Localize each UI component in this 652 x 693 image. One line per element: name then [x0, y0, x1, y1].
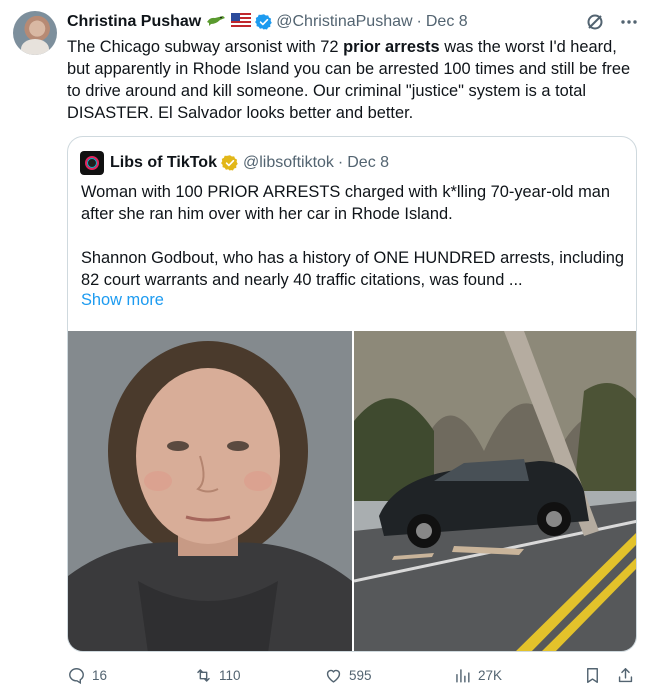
quoted-tweet-date: Dec 8 — [347, 154, 390, 171]
quoted-tweet-card[interactable]: Libs of TikTok @libsoftiktok · Dec 8 Wom… — [67, 136, 637, 652]
separator-dot: · — [416, 13, 422, 30]
tweet-header: Christina Pushaw @ChristinaPushaw · Dec … — [67, 11, 468, 33]
us-flag-emoji-icon — [231, 12, 252, 32]
author-name[interactable]: Christina Pushaw — [67, 13, 201, 31]
more-options-icon[interactable] — [618, 11, 640, 33]
top-right-actions — [584, 11, 640, 33]
repost-count: 110 — [219, 667, 241, 683]
author-avatar[interactable] — [13, 11, 57, 55]
analytics-icon — [456, 668, 470, 683]
quoted-paragraph-1: Woman with 100 PRIOR ARRESTS charged wit… — [81, 183, 610, 223]
alligator-emoji-icon — [206, 13, 226, 32]
reply-icon — [69, 667, 84, 684]
author-handle[interactable]: @ChristinaPushaw — [276, 13, 412, 31]
tweet-action-bar: 16 110 595 27K — [67, 664, 642, 686]
show-more-link[interactable]: Show more — [81, 291, 164, 310]
tweet-text-part1: The Chicago subway arsonist with 72 — [67, 38, 344, 56]
view-count: 27K — [478, 667, 503, 683]
quoted-author-name: Libs of TikTok — [110, 154, 217, 171]
tweet-text-bold: prior arrests — [343, 38, 440, 56]
share-button[interactable] — [616, 664, 635, 686]
quoted-media-grid — [68, 331, 636, 651]
grok-icon[interactable] — [584, 11, 606, 33]
views-button[interactable]: 27K — [453, 664, 502, 686]
reply-count: 16 — [92, 667, 108, 683]
quoted-author-avatar — [80, 151, 104, 175]
reply-button[interactable]: 16 — [67, 664, 107, 686]
quoted-paragraph-2: Shannon Godbout, who has a history of ON… — [81, 249, 624, 289]
heart-icon — [326, 669, 341, 683]
quoted-tweet-header: Libs of TikTok @libsoftiktok · Dec 8 — [80, 151, 390, 175]
bookmark-button[interactable] — [583, 664, 602, 686]
bookmark-icon — [587, 667, 598, 683]
crash-scene-photo[interactable] — [354, 331, 636, 651]
quoted-separator-dot: · — [337, 154, 344, 171]
gold-verified-badge-icon — [221, 155, 238, 171]
like-button[interactable]: 595 — [324, 664, 372, 686]
repost-button[interactable]: 110 — [194, 664, 241, 686]
quoted-tweet-text: Woman with 100 PRIOR ARRESTS charged wit… — [81, 181, 629, 291]
verified-badge-icon — [255, 14, 273, 30]
tweet-text: The Chicago subway arsonist with 72 prio… — [67, 36, 642, 124]
quoted-author-handle: @libsoftiktok — [242, 154, 334, 171]
mugshot-photo[interactable] — [68, 331, 352, 651]
share-icon — [618, 667, 633, 682]
repost-icon — [197, 668, 210, 682]
tweet-date[interactable]: Dec 8 — [426, 13, 468, 31]
like-count: 595 — [349, 667, 372, 683]
